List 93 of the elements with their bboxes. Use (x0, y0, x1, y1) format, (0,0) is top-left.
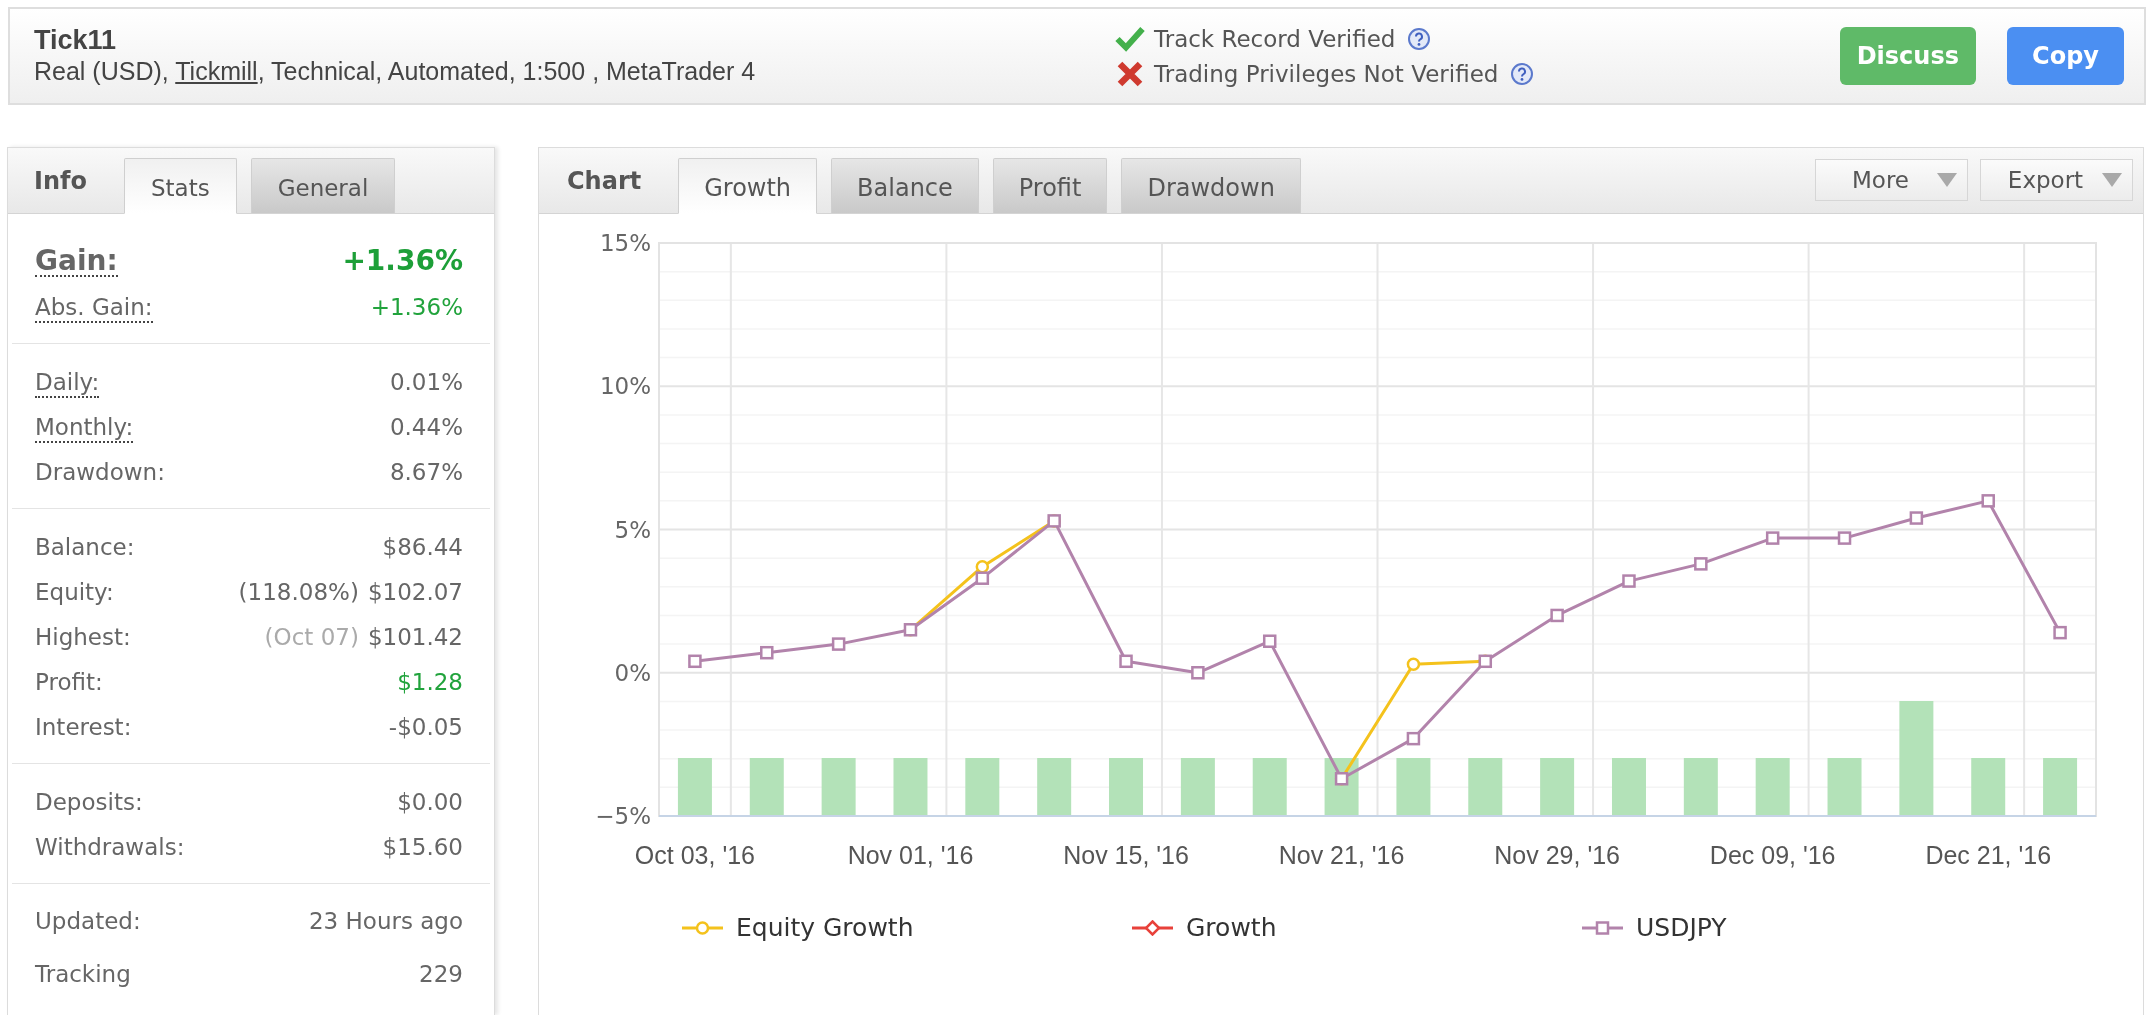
bar (1755, 758, 1790, 815)
stat-value: $1.28 (397, 668, 463, 695)
bar (821, 758, 856, 815)
y-axis-label: 0% (614, 659, 651, 686)
data-point (1191, 666, 1205, 680)
stat-value: 229 (419, 960, 463, 987)
stat-value: $0.00 (397, 788, 463, 815)
stat-label: Abs. Gain: (35, 290, 153, 323)
x-axis-label: Dec 09, '16 (1709, 841, 1836, 869)
broker-link[interactable]: Tickmill (175, 57, 258, 85)
x-axis-label: Nov 01, '16 (847, 841, 974, 869)
legend-label: Growth (1186, 912, 1277, 944)
legend-item[interactable]: Growth (1132, 908, 1582, 948)
account-title: Tick11 (34, 25, 117, 56)
tab[interactable]: Growth (678, 158, 818, 214)
stat-label: Monthly: (35, 410, 134, 443)
tab[interactable]: Profit (992, 158, 1108, 213)
bar (1252, 758, 1287, 815)
verification-status: Trading Privileges Not Verified (1154, 60, 1499, 87)
tab[interactable]: General (250, 158, 396, 213)
stat-value: 23 Hours ago (308, 907, 463, 934)
data-point (1765, 531, 1780, 545)
data-point (2053, 625, 2067, 640)
panel-title: Chart (567, 166, 642, 195)
bar (677, 758, 712, 815)
stat-label: Updated: (35, 906, 141, 936)
tab[interactable]: Drawdown (1121, 158, 1301, 213)
stat-label: Profit: (35, 667, 103, 697)
caret-icon (1937, 173, 1957, 187)
stat-value: $101.42 (367, 623, 463, 650)
bar (1037, 758, 1072, 815)
stat-value: 0.01% (389, 368, 463, 395)
legend-item[interactable]: Equity Growth (682, 908, 1132, 948)
stat-label: Drawdown: (35, 457, 165, 487)
x-axis-label: Nov 21, '16 (1278, 841, 1405, 869)
account-details: Real (USD), Tickmill, Technical, Automated, 1:500 , MetaTrader 4 (34, 56, 756, 87)
stat-value: $102.07 (367, 578, 463, 605)
y-axis-label: 5% (614, 516, 651, 543)
bar (1396, 758, 1431, 815)
caret-icon (2102, 173, 2122, 187)
bar (1683, 758, 1718, 815)
stat-note: (Oct 07) (264, 623, 359, 650)
data-point (1909, 511, 1924, 525)
stat-label: Gain: (35, 243, 118, 277)
x-axis-label: Nov 15, '16 (1063, 841, 1189, 869)
bar (1971, 758, 2006, 815)
data-point (1119, 654, 1133, 669)
stat-label: Tracking (35, 959, 131, 989)
data-point (688, 654, 702, 669)
data-point (1837, 531, 1852, 545)
bar (749, 758, 784, 815)
bar (965, 758, 1000, 815)
stat-note: (118.08%) (238, 578, 359, 605)
y-axis-label: 10% (599, 373, 651, 400)
bar (1468, 758, 1503, 815)
stat-label: Withdrawals: (35, 832, 185, 862)
stat-label: Equity: (35, 577, 114, 607)
stat-label: Daily: (35, 365, 100, 398)
bar (1180, 758, 1215, 815)
bar (893, 758, 928, 815)
legend-label: Equity Growth (736, 912, 914, 944)
stat-label: Balance: (35, 532, 135, 562)
bar (1109, 758, 1144, 815)
x-axis-label: Dec 21, '16 (1925, 841, 2052, 869)
tab[interactable]: Stats (123, 158, 237, 214)
stat-label: Highest: (35, 622, 131, 652)
dropdown-button[interactable]: More (1815, 159, 1968, 201)
bar (1540, 758, 1575, 815)
data-point (1406, 657, 1421, 671)
x-axis-label: Oct 03, '16 (634, 841, 755, 869)
stat-value: $86.44 (382, 533, 463, 560)
panel-title: Info (34, 166, 87, 195)
stat-value: 8.67% (389, 458, 463, 485)
stat-value: +1.36% (342, 243, 463, 277)
verification-status: Track Record Verified (1154, 25, 1396, 52)
help-icon[interactable] (1408, 27, 1431, 50)
legend-label: USDJPY (1636, 912, 1727, 944)
stat-value: $15.60 (382, 833, 463, 860)
stat-value: 0.44% (389, 413, 463, 440)
y-axis-label: −5% (595, 803, 651, 829)
help-icon[interactable] (1511, 62, 1534, 85)
dropdown-button[interactable]: Export (1980, 159, 2133, 201)
stat-value: -$0.05 (388, 713, 463, 740)
bar (2043, 758, 2078, 815)
legend-item[interactable]: USDJPY (1582, 908, 2032, 948)
bar (1611, 758, 1646, 815)
stat-label: Interest: (35, 712, 132, 742)
x-axis-label: Nov 29, '16 (1494, 841, 1620, 869)
stat-label: Deposits: (35, 787, 143, 817)
bar (1827, 758, 1862, 815)
tab[interactable]: Balance (831, 158, 979, 213)
stat-value: +1.36% (370, 293, 463, 320)
y-axis-label: 15% (599, 230, 651, 256)
